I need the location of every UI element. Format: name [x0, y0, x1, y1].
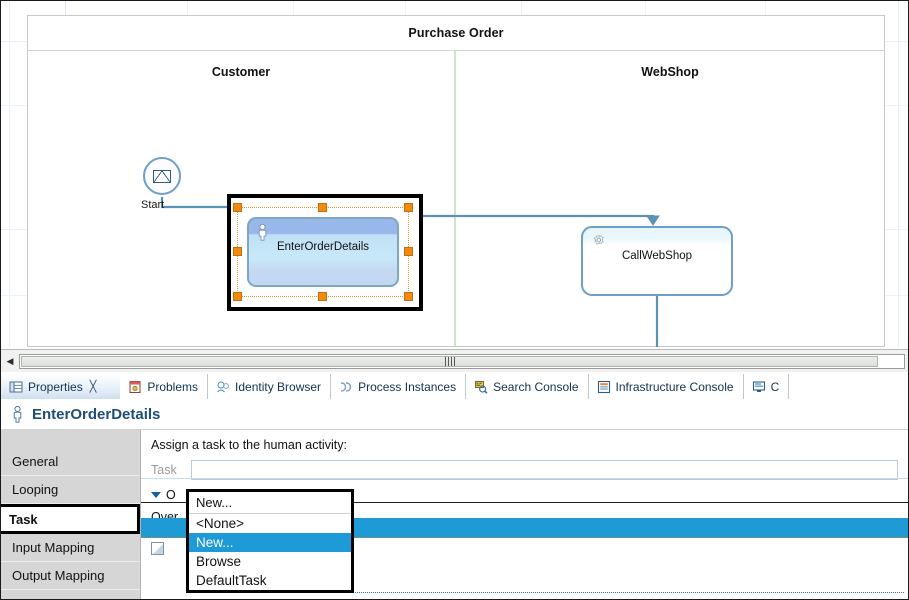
resize-handle-bottom-center[interactable]	[318, 292, 327, 301]
service-task-label: CallWebShop	[621, 250, 693, 262]
tab-label-process-instances: Process Instances	[358, 379, 457, 394]
scrollbar-track[interactable]	[19, 353, 905, 369]
tab-label-infrastructure-console: Infrastructure Console	[615, 379, 734, 394]
divider	[141, 478, 908, 479]
checkbox[interactable]	[151, 542, 164, 555]
properties-tab-list[interactable]: General Looping Task Input Mapping Outpu…	[1, 430, 141, 599]
tab-label-problems: Problems	[147, 379, 199, 394]
tab-label-identity-browser: Identity Browser	[235, 379, 322, 394]
start-event-label: Start	[141, 199, 165, 211]
sidebar-item-label: Output Mapping	[12, 568, 105, 583]
dropdown-option-none[interactable]: <None>	[189, 514, 351, 533]
start-event-node[interactable]	[143, 157, 181, 195]
sidebar-item-label: Task	[9, 511, 38, 527]
console-icon	[752, 380, 765, 392]
service-task-gear-icon	[594, 234, 605, 245]
lane-title-customer: Customer	[211, 65, 271, 79]
task-dropdown[interactable]: New... <None> New... Browse DefaultTask	[186, 489, 354, 593]
resize-handle-top-right[interactable]	[404, 203, 413, 212]
pool-title: Purchase Order	[408, 26, 504, 40]
tab-process-instances[interactable]: Process Instances	[331, 374, 467, 399]
properties-header: EnterOrderDetails	[1, 399, 908, 429]
option-checkbox-row[interactable]	[151, 542, 164, 555]
sidebar-item-label: General	[12, 454, 59, 469]
lane-title-webshop: WebShop	[641, 65, 699, 79]
dropdown-selected-value[interactable]: New...	[189, 492, 351, 514]
dropdown-option-list[interactable]: <None> New... Browse DefaultTask	[189, 514, 351, 590]
tab-problems[interactable]: Problems	[120, 374, 209, 399]
selection-handles-group[interactable]	[233, 203, 413, 301]
tab-label-console: C	[770, 379, 780, 394]
page-title: EnterOrderDetails	[32, 405, 161, 423]
section-label: O	[166, 488, 176, 502]
properties-icon	[9, 381, 23, 392]
tab-label-search-console: Search Console	[493, 379, 579, 394]
canvas-horizontal-scrollbar[interactable]: ◀	[1, 349, 908, 372]
search-console-icon	[475, 380, 488, 394]
eclipse-bpmn-editor-window: Purchase Order Customer WebShop Start En…	[0, 0, 909, 600]
sidebar-item-label: Input Mapping	[12, 540, 95, 555]
tab-properties[interactable]: Properties ╳	[1, 374, 121, 399]
view-tab-bar[interactable]: Properties ╳ Problems Identity Browser P…	[1, 372, 908, 400]
sidebar-item-output-mapping[interactable]: Output Mapping	[1, 562, 140, 590]
lane-webshop[interactable]: WebShop	[456, 51, 884, 346]
dropdown-option-browse[interactable]: Browse	[189, 552, 351, 571]
identity-browser-icon	[217, 381, 229, 392]
pool-header: Purchase Order	[28, 16, 884, 51]
focus-indicator	[321, 592, 904, 593]
resize-handle-bottom-right[interactable]	[404, 292, 413, 301]
infrastructure-console-icon	[597, 380, 610, 393]
resize-handle-bottom-left[interactable]	[233, 292, 242, 301]
process-diagram-canvas[interactable]: Purchase Order Customer WebShop Start En…	[1, 1, 908, 347]
sidebar-item-task[interactable]: Task	[1, 504, 140, 534]
tab-search-console[interactable]: Search Console	[466, 374, 589, 399]
dropdown-option-new[interactable]: New...	[189, 533, 351, 552]
scrollbar-thumb[interactable]	[21, 355, 879, 367]
tab-identity-browser[interactable]: Identity Browser	[208, 374, 332, 399]
resize-handle-middle-left[interactable]	[233, 247, 242, 256]
tab-infrastructure-console[interactable]: Infrastructure Console	[588, 374, 744, 399]
dropdown-option-defaulttask[interactable]: DefaultTask	[189, 571, 351, 590]
sidebar-item-looping[interactable]: Looping	[1, 476, 140, 504]
resize-handle-middle-right[interactable]	[404, 247, 413, 256]
sidebar-item-input-mapping[interactable]: Input Mapping	[1, 534, 140, 562]
properties-body: General Looping Task Input Mapping Outpu…	[1, 429, 908, 599]
task-field-label: Task	[151, 463, 177, 477]
process-instances-icon	[341, 381, 352, 392]
user-task-icon	[13, 405, 22, 423]
scroll-left-arrow-icon[interactable]: ◀	[1, 351, 19, 371]
sidebar-item-label: Looping	[12, 482, 59, 497]
assign-task-label: Assign a task to the human activity:	[151, 438, 347, 452]
sidebar-item-general[interactable]: General	[1, 448, 140, 476]
close-icon[interactable]: ╳	[90, 380, 97, 393]
message-envelope-icon	[153, 169, 171, 183]
scrollbar-grip-icon	[444, 356, 455, 366]
tab-console[interactable]: C	[743, 374, 790, 399]
problems-icon	[129, 380, 141, 393]
service-task-node-callwebshop[interactable]: CallWebShop	[581, 226, 733, 296]
task-combo-box[interactable]	[191, 460, 898, 480]
resize-handle-top-center[interactable]	[318, 203, 327, 212]
resize-handle-top-left[interactable]	[233, 203, 242, 212]
chevron-down-icon[interactable]	[151, 492, 161, 498]
tab-label-properties: Properties	[28, 379, 83, 394]
